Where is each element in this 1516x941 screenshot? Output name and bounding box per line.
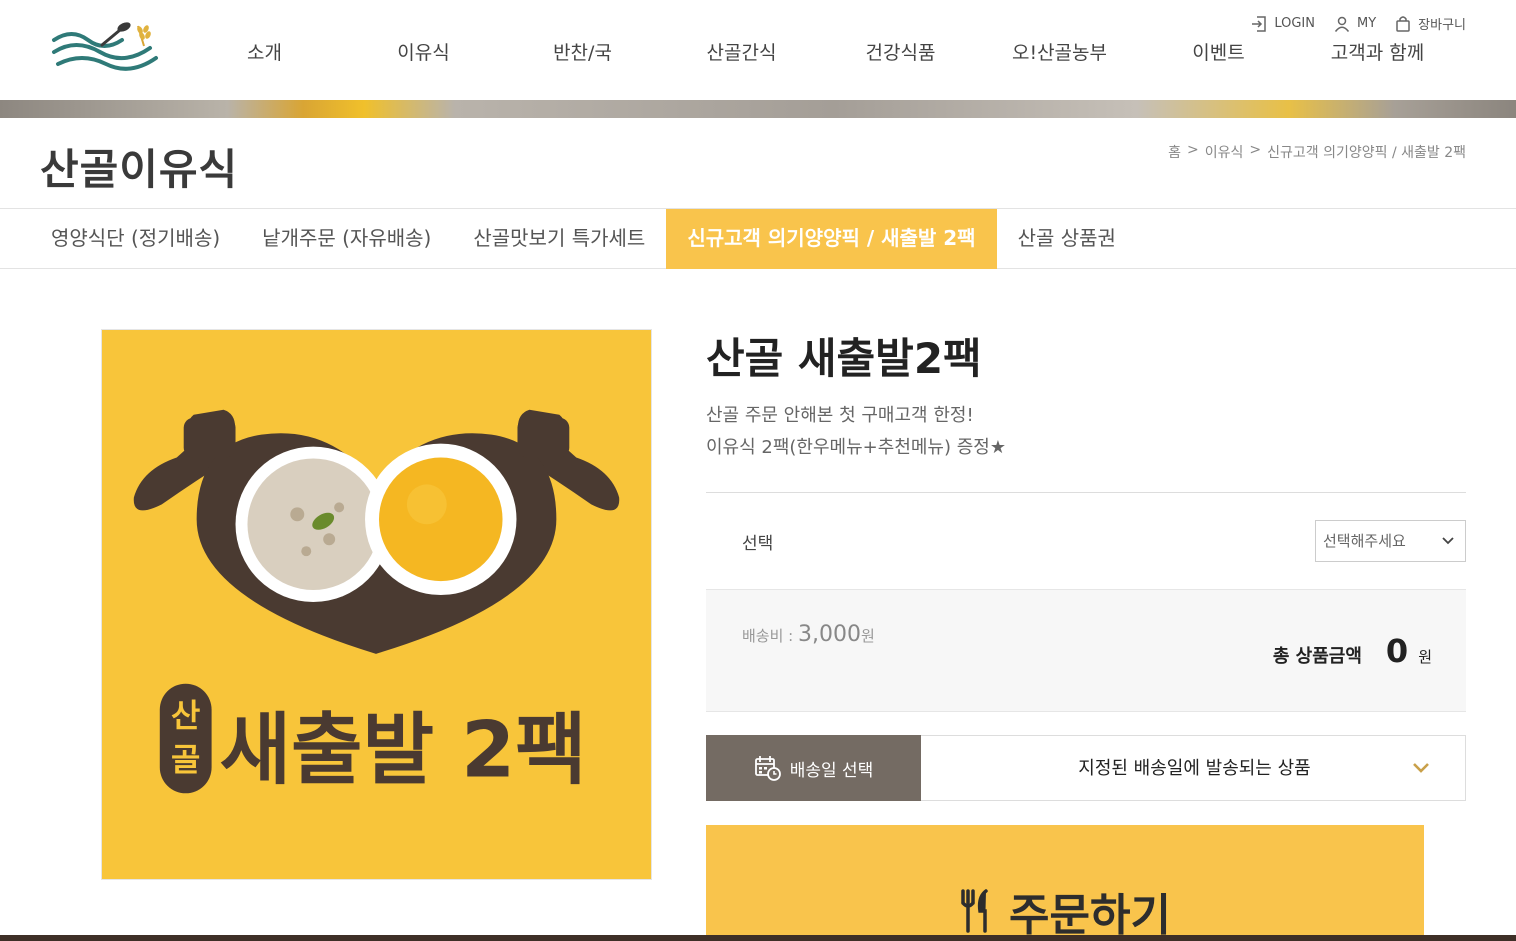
nav-item-health-food[interactable]: 건강식품 bbox=[821, 38, 980, 65]
nav-item-baby-food[interactable]: 이유식 bbox=[344, 38, 503, 65]
product-image[interactable]: 산 골 새출발 2팩 bbox=[101, 329, 652, 880]
header-banner-image bbox=[0, 100, 1516, 118]
total-value: 0 bbox=[1385, 632, 1409, 670]
subnav-item-single-order[interactable]: 낱개주문 (자유배송) bbox=[241, 209, 452, 269]
shipping-unit: 원 bbox=[860, 627, 875, 645]
breadcrumb-separator: > bbox=[1249, 142, 1262, 158]
shipping-label: 배송비 : bbox=[742, 627, 798, 645]
breadcrumb: 홈 > 이유식 > 신규고객 의기양양픽 / 새출발 2팩 bbox=[1168, 142, 1466, 162]
user-icon bbox=[1334, 16, 1350, 32]
footer-strip bbox=[0, 935, 1516, 941]
total-unit: 원 bbox=[1418, 648, 1432, 666]
product-desc-line-2: 이유식 2팩(한우메뉴+추천메뉴) 증정★ bbox=[706, 437, 1006, 458]
delivery-info-text[interactable]: 지정된 배송일에 발송되는 상품 bbox=[922, 736, 1467, 802]
main-nav: 소개 이유식 반찬/국 산골간식 건강식품 오!산골농부 이벤트 고객과 함께 bbox=[185, 38, 1460, 65]
nav-item-snack[interactable]: 산골간식 bbox=[662, 38, 821, 65]
price-summary: 배송비 : 3,000원 총 상품금액 0 원 bbox=[706, 589, 1466, 712]
nav-item-event[interactable]: 이벤트 bbox=[1139, 38, 1298, 65]
image-badge-text-1: 산 bbox=[171, 697, 200, 735]
product-description: 산골 주문 안해본 첫 구매고객 한정! 이유식 2팩(한우메뉴+추천메뉴) 증… bbox=[706, 400, 1006, 464]
sub-nav: 영양식단 (정기배송) 낱개주문 (자유배송) 산골맛보기 특가세트 신규고객 … bbox=[0, 208, 1516, 269]
cart-label: 장바구니 bbox=[1418, 18, 1466, 33]
utility-menu: LOGIN MY 장바구니 bbox=[1250, 14, 1466, 33]
order-button[interactable]: 주문하기 bbox=[706, 825, 1424, 941]
image-badge-text-2: 골 bbox=[171, 740, 200, 778]
nav-item-customer[interactable]: 고객과 함께 bbox=[1298, 38, 1457, 65]
product-desc-line-1: 산골 주문 안해본 첫 구매고객 한정! bbox=[706, 405, 974, 426]
subnav-item-gift-card[interactable]: 산골 상품권 bbox=[997, 209, 1137, 269]
total-label: 총 상품금액 bbox=[1272, 646, 1362, 667]
login-label: LOGIN bbox=[1274, 16, 1315, 31]
option-select[interactable]: 선택해주세요 bbox=[1315, 520, 1466, 562]
option-label: 선택 bbox=[742, 534, 774, 554]
my-label: MY bbox=[1356, 16, 1377, 31]
delivery-button-label: 배송일 선택 bbox=[789, 760, 874, 781]
site-header: LOGIN MY 장바구니 소개 이유식 반찬/국 산골간식 건강식품 오!산골… bbox=[0, 0, 1516, 100]
product-title: 산골 새출발2팩 bbox=[706, 334, 982, 383]
subnav-item-new-customer[interactable]: 신규고객 의기양양픽 / 새출발 2팩 bbox=[666, 209, 997, 269]
breadcrumb-separator: > bbox=[1187, 142, 1199, 158]
site-logo[interactable] bbox=[50, 18, 162, 78]
logo-icon bbox=[52, 22, 158, 71]
nav-item-intro[interactable]: 소개 bbox=[185, 38, 344, 65]
subnav-item-subscription[interactable]: 영양식단 (정기배송) bbox=[30, 209, 241, 269]
shopping-bag-icon bbox=[1396, 15, 1410, 32]
breadcrumb-current[interactable]: 신규고객 의기양양픽 / 새출발 2팩 bbox=[1267, 142, 1466, 162]
chevron-down-icon[interactable] bbox=[1411, 760, 1431, 776]
fork-knife-icon bbox=[961, 889, 988, 933]
nav-item-farmer[interactable]: 오!산골농부 bbox=[980, 38, 1139, 65]
nav-item-side-dish[interactable]: 반찬/국 bbox=[503, 38, 662, 65]
login-link[interactable]: LOGIN bbox=[1250, 15, 1315, 33]
calendar-clock-icon bbox=[754, 756, 781, 781]
delivery-date-button[interactable]: 배송일 선택 bbox=[706, 735, 921, 801]
breadcrumb-baby-food[interactable]: 이유식 bbox=[1205, 142, 1244, 162]
chevron-down-icon bbox=[1442, 537, 1454, 545]
shipping-value: 3,000 bbox=[798, 622, 861, 647]
login-icon bbox=[1252, 15, 1267, 32]
category-title: 산골이유식 bbox=[40, 145, 239, 194]
shipping-fee: 배송비 : 3,000원 bbox=[742, 622, 875, 647]
cart-link[interactable]: 장바구니 bbox=[1394, 14, 1466, 33]
subnav-item-sample-set[interactable]: 산골맛보기 특가세트 bbox=[452, 209, 666, 269]
breadcrumb-home[interactable]: 홈 bbox=[1168, 142, 1181, 162]
image-product-name: 새출발 2팩 bbox=[220, 705, 587, 795]
order-button-label: 주문하기 bbox=[1009, 890, 1171, 941]
delivery-date-selector: 배송일 선택 지정된 배송일에 발송되는 상품 bbox=[706, 735, 1466, 801]
divider bbox=[706, 492, 1466, 493]
product-illustration: 산 골 새출발 2팩 bbox=[102, 330, 651, 879]
option-select-value: 선택해주세요 bbox=[1323, 532, 1406, 550]
total-price: 총 상품금액 0 원 bbox=[1273, 632, 1432, 670]
my-page-link[interactable]: MY bbox=[1333, 15, 1376, 33]
